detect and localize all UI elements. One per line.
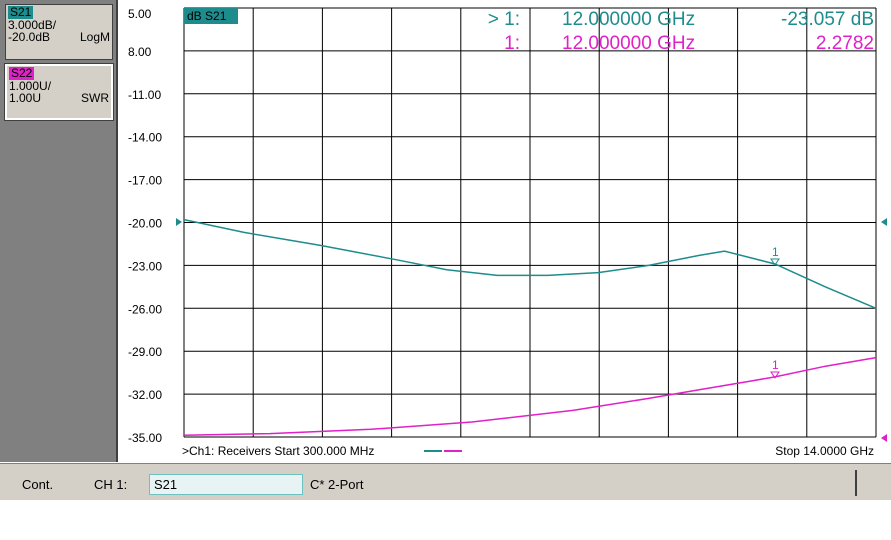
y-tick-label: -11.00	[128, 88, 161, 102]
y-tick-label: -26.00	[128, 302, 162, 316]
ref-arrow-right-s22-icon	[881, 434, 887, 442]
marker-readout-id: > 1:	[488, 9, 520, 30]
trace-s22-ref: 1.00U	[9, 91, 42, 105]
y-axis-ticks: 5.00 8.00 -11.00 -14.00 -17.00 -20.00 -23.00 -2…	[128, 7, 162, 445]
marker-1-label: 1	[772, 358, 779, 372]
sweep-start-label: >Ch1: Receivers Start 300.000 MHz	[182, 444, 374, 458]
sweep-stop-label: Stop 14.0000 GHz	[775, 444, 874, 458]
marker-readout-value: 2.2782	[816, 33, 874, 54]
trace-label: dB S21	[187, 9, 227, 23]
y-tick-label: -17.00	[128, 174, 162, 188]
trace-s22-box[interactable]: S22 1.000U/ 1.00U SWR	[4, 63, 114, 121]
marker-1-label: 1	[772, 245, 779, 259]
marker-readout-freq: 12.000000 GHz	[562, 33, 695, 54]
marker-readout-freq: 12.000000 GHz	[562, 9, 695, 30]
y-tick-label: -14.00	[128, 131, 162, 145]
plot-area[interactable]: 5.00 8.00 -11.00 -14.00 -17.00 -20.00 -23.00 -2…	[122, 0, 891, 462]
plot-footer: >Ch1: Receivers Start 300.000 MHz Stop 14…	[182, 444, 874, 458]
analyzer-window: S21 3.000dB/ -20.0dB LogM S22 1.000U/ 1.0…	[0, 0, 891, 500]
marker-1-icon[interactable]	[770, 258, 780, 266]
y-tick-label: -23.00	[128, 259, 162, 273]
sweep-mode[interactable]: Cont.	[22, 477, 53, 492]
trace-s22-format: SWR	[81, 91, 109, 105]
y-tick-label: 5.00	[128, 7, 152, 21]
trace-s21-ref: -20.0dB	[8, 30, 51, 44]
status-end-panel	[855, 470, 885, 496]
y-tick-label: -20.00	[128, 217, 162, 231]
y-tick-label: -32.00	[128, 388, 162, 402]
marker-readout-id: 1:	[504, 33, 520, 54]
status-bar: Cont. CH 1: S21 C* 2-Port	[0, 463, 891, 500]
y-tick-label: -29.00	[128, 345, 162, 359]
trace-panel: S21 3.000dB/ -20.0dB LogM S22 1.000U/ 1.0…	[0, 0, 118, 462]
ref-arrow-left-s21-icon	[176, 218, 182, 226]
trace-s21-format: LogM	[79, 30, 110, 44]
y-tick-label: 8.00	[128, 45, 152, 59]
cal-status: C* 2-Port	[310, 477, 364, 492]
traces: 11	[176, 218, 887, 442]
trace-s21-box[interactable]: S21 3.000dB/ -20.0dB LogM	[5, 4, 113, 60]
channel-label: CH 1:	[94, 477, 128, 492]
ref-arrow-right-s21-icon	[881, 218, 887, 226]
marker-readout-value: -23.057 dB	[781, 9, 874, 30]
measurement-field[interactable]: S21	[149, 474, 303, 495]
marker-readouts: > 1: 12.000000 GHz -23.057 dB 1: 12.000000 G…	[488, 9, 874, 54]
plot-svg: 5.00 8.00 -11.00 -14.00 -17.00 -20.00 -23.00 -2…	[128, 7, 887, 458]
y-tick-label: -35.00	[128, 431, 162, 445]
grid	[183, 7, 877, 438]
